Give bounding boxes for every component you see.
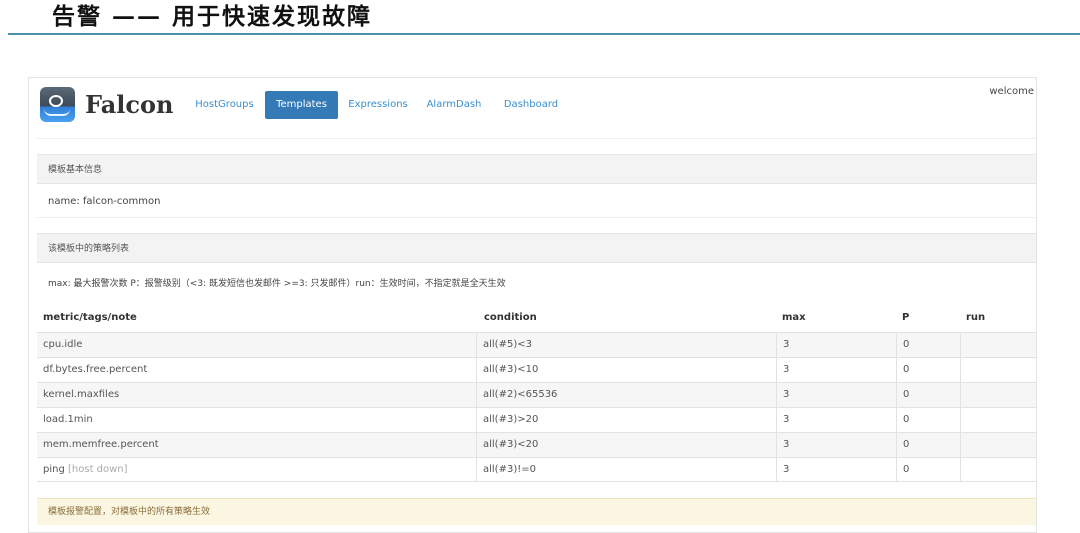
p-cell: 0 [896,433,960,457]
run-cell [960,433,1036,457]
table-row[interactable]: load.1min all(#3)>20 3 0 [37,407,1036,432]
max-cell: 3 [776,358,896,382]
eye-icon [49,95,63,107]
metric-cell: mem.memfree.percent [43,439,159,450]
metric-name: ping [43,464,65,475]
condition-cell: all(#5)<3 [476,333,776,357]
welcome-text[interactable]: welcome [989,86,1034,97]
column-header-metric: metric/tags/note [43,312,137,323]
strategy-list-heading: 该模板中的策略列表 [37,233,1036,263]
metric-cell: cpu.idle [43,339,83,350]
p-cell: 0 [896,408,960,432]
metric-cell: load.1min [43,414,93,425]
table-row[interactable]: cpu.idle all(#5)<3 3 0 [37,332,1036,357]
max-cell: 3 [776,333,896,357]
table-row[interactable]: kernel.maxfiles all(#2)<65536 3 0 [37,382,1036,407]
run-cell [960,333,1036,357]
max-cell: 3 [776,433,896,457]
strategy-legend: max: 最大报警次数 P：报警级别（<3: 既发短信也发邮件 >=3: 只发邮… [48,279,506,289]
table-row[interactable]: mem.memfree.percent all(#3)<20 3 0 [37,432,1036,457]
metric-cell: df.bytes.free.percent [43,364,148,375]
column-header-p: P [902,312,910,323]
template-name: name: falcon-common [37,185,1036,218]
condition-cell: all(#3)<10 [476,358,776,382]
nav-alarmdash[interactable]: AlarmDash [420,91,488,119]
nav-expressions[interactable]: Expressions [342,91,414,119]
alarm-config-heading: 模板报警配置，对模板中的所有策略生效 [37,498,1036,525]
table-row[interactable]: df.bytes.free.percent all(#3)<10 3 0 [37,357,1036,382]
falcon-logo-icon[interactable] [40,87,75,122]
run-cell [960,358,1036,382]
run-cell [960,408,1036,432]
metric-tag: [host down] [68,464,128,475]
max-cell: 3 [776,383,896,407]
p-cell: 0 [896,458,960,481]
condition-cell: all(#3)<20 [476,433,776,457]
table-header-row: metric/tags/note condition max P run [37,306,1036,332]
slide-title-underline [8,33,1080,35]
p-cell: 0 [896,383,960,407]
nav-divider [37,138,1036,139]
condition-cell: all(#3)>20 [476,408,776,432]
brand-name[interactable]: Falcon [85,90,173,119]
run-cell [960,458,1036,481]
metric-cell: kernel.maxfiles [43,389,120,400]
column-header-max: max [782,312,806,323]
p-cell: 0 [896,333,960,357]
table-row[interactable]: ping [host down] all(#3)!=0 3 0 [37,457,1036,482]
run-cell [960,383,1036,407]
p-cell: 0 [896,358,960,382]
template-info-heading: 模板基本信息 [37,154,1036,184]
condition-cell: all(#3)!=0 [476,458,776,481]
condition-cell: all(#2)<65536 [476,383,776,407]
column-header-run: run [966,312,986,323]
nav-templates[interactable]: Templates [265,91,338,119]
wave-icon [44,109,70,116]
column-header-condition: condition [484,312,537,323]
falcon-app-window: Falcon HostGroups Templates Expressions … [28,77,1037,533]
slide-title: 告警 —— 用于快速发现故障 [52,3,373,30]
nav-dashboard[interactable]: Dashboard [496,91,566,119]
nav-hostgroups[interactable]: HostGroups [187,91,262,119]
max-cell: 3 [776,408,896,432]
max-cell: 3 [776,458,896,481]
metric-cell: ping [host down] [37,458,476,481]
